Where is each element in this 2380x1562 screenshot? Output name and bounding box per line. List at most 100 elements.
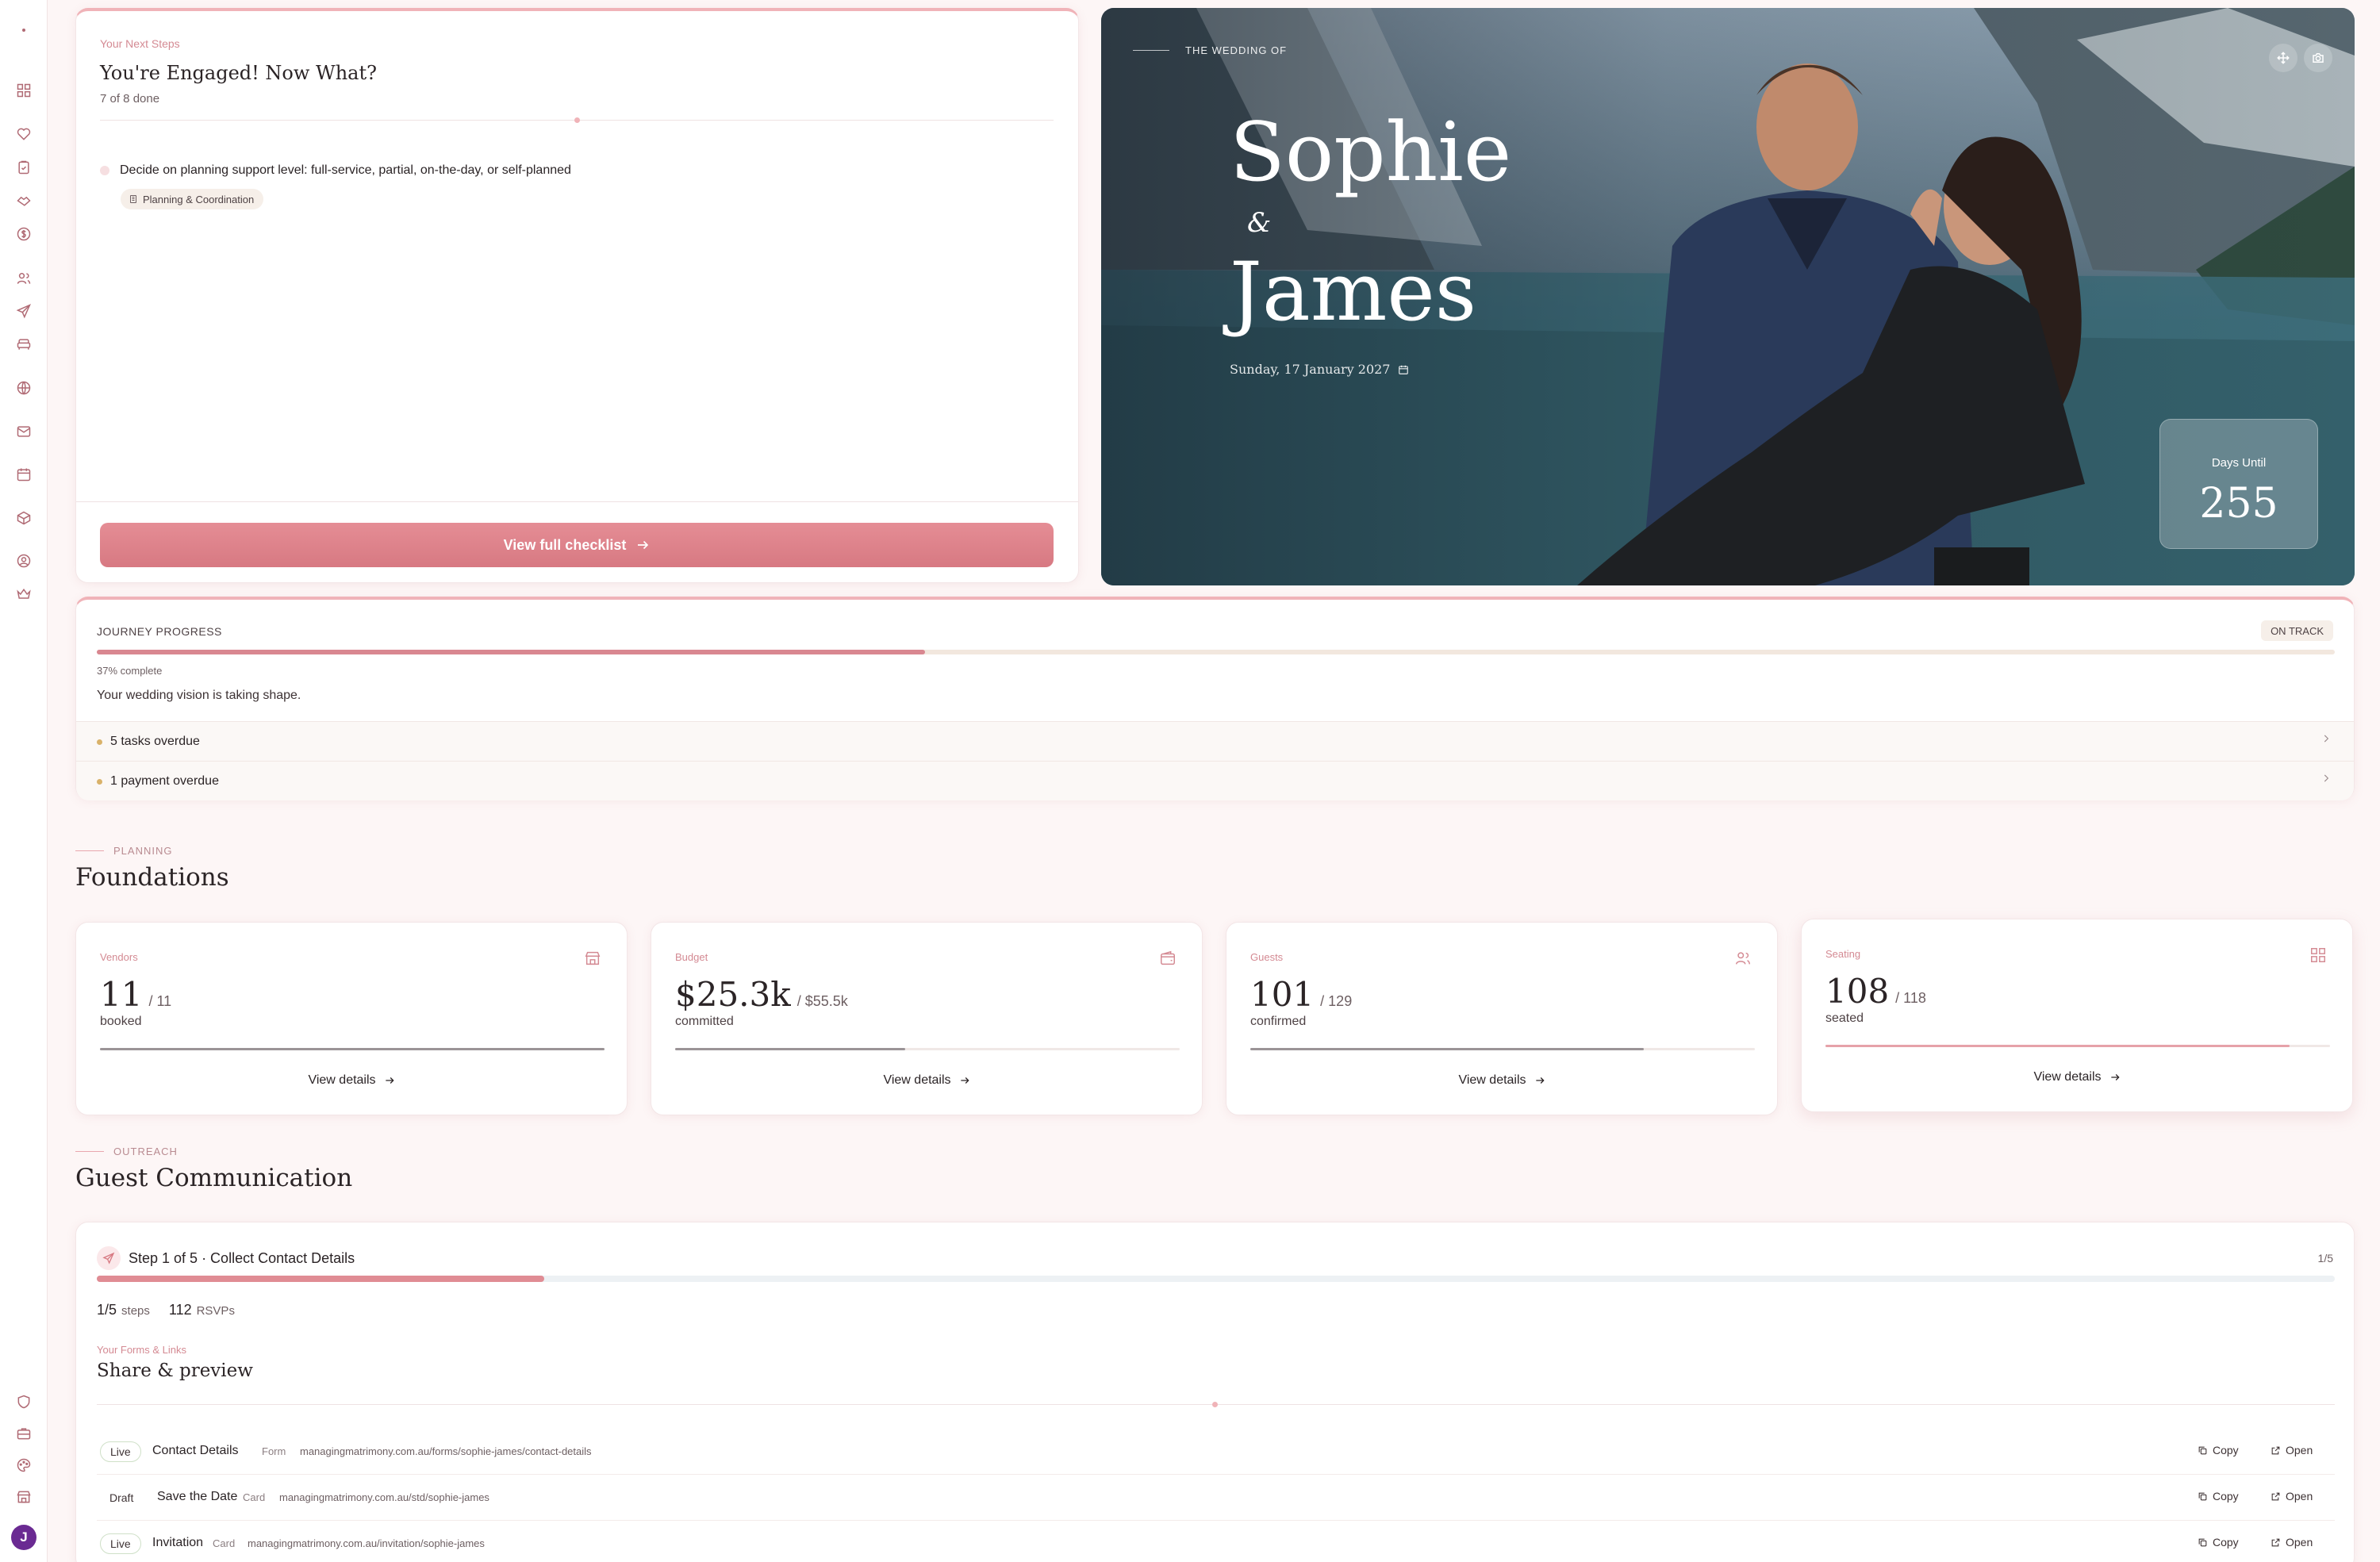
mail-icon[interactable] <box>14 422 33 441</box>
vendors-card: Vendors 11 / 11 booked View details <box>75 922 628 1115</box>
move-button[interactable] <box>2269 44 2297 72</box>
move-icon <box>2277 52 2290 64</box>
avatar[interactable]: J <box>11 1525 36 1550</box>
seating-card: Seating 108 / 118 seated View details <box>1801 919 2353 1112</box>
calendar-icon[interactable] <box>14 465 33 484</box>
open-button[interactable]: Open <box>2271 1536 2313 1549</box>
link-label: View details <box>308 1073 376 1087</box>
globe-icon[interactable] <box>14 378 33 397</box>
copy-icon <box>2198 1492 2207 1500</box>
button-label: View full checklist <box>503 536 627 553</box>
journey-percent: 37% complete <box>97 665 163 677</box>
link-row: Live Contact Details Form managingmatrim… <box>97 1429 2335 1475</box>
next-steps-card: Your Next Steps You're Engaged! Now What… <box>75 8 1079 583</box>
grid-icon <box>2309 946 2328 965</box>
alert-text: 5 tasks overdue <box>110 735 200 748</box>
armchair-icon[interactable] <box>14 335 33 354</box>
next-steps-title: You're Engaged! Now What? <box>100 62 377 84</box>
package-icon[interactable] <box>14 509 33 528</box>
copy-label: Copy <box>2213 1536 2239 1549</box>
users-icon[interactable] <box>14 269 33 288</box>
section-line <box>75 850 104 851</box>
copy-button[interactable]: Copy <box>2198 1536 2239 1549</box>
section-title: Guest Communication <box>75 1164 353 1192</box>
wallet-icon <box>1159 950 1178 969</box>
sidebar: J <box>0 0 48 1562</box>
stat-sub: confirmed <box>1250 1015 1307 1028</box>
copy-icon <box>2198 1446 2207 1454</box>
stat-sub: booked <box>100 1015 142 1028</box>
link-type: Form <box>262 1445 286 1457</box>
stat-progress-fill <box>1825 1045 2290 1047</box>
view-details-link[interactable]: View details <box>651 1073 1202 1088</box>
step-stats: 1/5 steps 112 RSVPs <box>97 1302 235 1318</box>
dashboard-icon[interactable] <box>14 81 33 100</box>
view-details-link[interactable]: View details <box>76 1073 627 1088</box>
palette-icon[interactable] <box>14 1456 33 1475</box>
user-circle-icon[interactable] <box>14 551 33 570</box>
dot-icon[interactable] <box>14 21 33 40</box>
stat-value: 11 / 11 <box>100 975 171 1014</box>
arrow-right-icon <box>385 1077 394 1084</box>
eyebrow-line <box>1133 50 1169 51</box>
rsvps-label: RSVPs <box>196 1304 235 1318</box>
view-checklist-button[interactable]: View full checklist <box>100 523 1054 567</box>
stat-value: $25.3k / $55.5k <box>675 975 848 1014</box>
wedding-date[interactable]: Sunday, 17 January 2027 <box>1230 362 1409 377</box>
stat-total: / 129 <box>1320 993 1353 1009</box>
status-badge: Live <box>100 1533 141 1554</box>
view-details-link[interactable]: View details <box>1226 1073 1777 1088</box>
link-url[interactable]: managingmatrimony.com.au/std/sophie-jame… <box>279 1491 489 1503</box>
link-row: Live Invitation Card managingmatrimony.c… <box>97 1521 2335 1562</box>
copy-button[interactable]: Copy <box>2198 1444 2239 1456</box>
view-details-link[interactable]: View details <box>1802 1070 2352 1084</box>
briefcase-icon[interactable] <box>14 1424 33 1443</box>
clipboard-icon[interactable] <box>14 158 33 177</box>
section-eyebrow: PLANNING <box>113 845 173 857</box>
status-badge: ON TRACK <box>2261 620 2333 641</box>
copy-label: Copy <box>2213 1490 2239 1503</box>
days-until-value: 255 <box>2199 480 2278 528</box>
wedding-date-text: Sunday, 17 January 2027 <box>1230 362 1391 377</box>
link-url[interactable]: managingmatrimony.com.au/forms/sophie-ja… <box>300 1445 592 1457</box>
task-checkbox[interactable] <box>100 166 109 175</box>
change-photo-button[interactable] <box>2304 44 2332 72</box>
stat-progress-bar <box>1825 1045 2330 1047</box>
stat-progress-bar <box>1250 1048 1755 1050</box>
open-button[interactable]: Open <box>2271 1444 2313 1456</box>
link-type: Card <box>243 1491 266 1503</box>
partner-one-name: Sophie <box>1230 106 1512 200</box>
crown-icon[interactable] <box>14 585 33 604</box>
stat-total: / 118 <box>1895 990 1926 1006</box>
task-category-tag: Planning & Coordination <box>121 189 264 209</box>
send-icon[interactable] <box>14 301 33 320</box>
arrow-right-icon <box>1535 1077 1545 1084</box>
stat-progress-bar <box>675 1048 1180 1050</box>
store-icon[interactable] <box>14 1487 33 1506</box>
next-steps-count: 7 of 8 done <box>100 92 160 106</box>
divider-dot <box>574 117 580 123</box>
journey-progress-fill <box>97 650 925 654</box>
stat-sub: committed <box>675 1015 734 1028</box>
chevron-right-icon <box>2320 733 2335 747</box>
alert-row[interactable]: 5 tasks overdue <box>76 721 2354 761</box>
copy-button[interactable]: Copy <box>2198 1490 2239 1503</box>
open-button[interactable]: Open <box>2271 1490 2313 1503</box>
stat-progress-bar <box>100 1048 605 1050</box>
stat-progress-fill <box>1250 1048 1645 1050</box>
shield-icon[interactable] <box>14 1392 33 1411</box>
dollar-icon[interactable] <box>14 225 33 244</box>
heart-icon[interactable] <box>14 125 33 144</box>
copy-icon <box>2198 1538 2207 1546</box>
handshake-icon[interactable] <box>14 191 33 210</box>
journey-progress-bar <box>97 650 2335 654</box>
calendar-icon <box>1399 365 1409 374</box>
stat-progress-fill <box>100 1048 605 1050</box>
task-text[interactable]: Decide on planning support level: full-s… <box>120 163 571 178</box>
alert-row[interactable]: 1 payment overdue <box>76 761 2354 800</box>
stat-label: Seating <box>1825 948 1861 960</box>
alert-dot <box>97 779 102 785</box>
stat-total: / 11 <box>148 993 172 1009</box>
link-url[interactable]: managingmatrimony.com.au/invitation/soph… <box>248 1537 485 1549</box>
link-type: Card <box>213 1537 236 1549</box>
